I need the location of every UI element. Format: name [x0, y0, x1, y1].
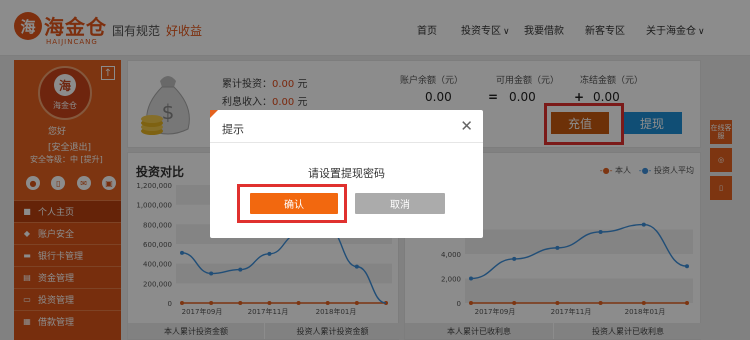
cancel-button[interactable]: 取消 — [355, 193, 445, 214]
close-icon[interactable]: ✕ — [460, 117, 473, 135]
dialog-header: 提示 ✕ — [210, 110, 483, 143]
dialog-message: 请设置提现密码 — [308, 167, 385, 180]
confirm-highlight — [237, 184, 347, 223]
dialog-title: 提示 — [222, 123, 244, 136]
